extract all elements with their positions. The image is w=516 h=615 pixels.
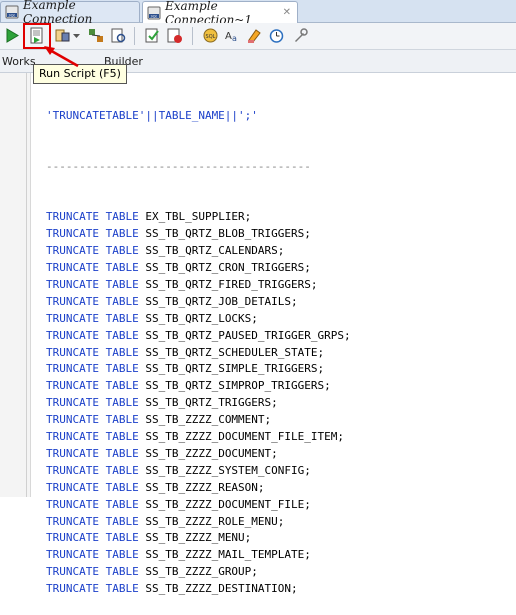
editor-line: TRUNCATE TABLE EX_TBL_SUPPLIER; bbox=[46, 209, 514, 226]
editor-line: TRUNCATE TABLE SS_TB_QRTZ_CALENDARS; bbox=[46, 243, 514, 260]
editor-line: TRUNCATE TABLE SS_TB_QRTZ_SIMPLE_TRIGGER… bbox=[46, 361, 514, 378]
table-name: SS_TB_ZZZZ_ROLE_MENU; bbox=[145, 514, 285, 528]
truncate-keyword: TRUNCATE TABLE bbox=[46, 582, 139, 596]
sql-icon[interactable]: SQL bbox=[202, 27, 219, 44]
table-name: SS_TB_QRTZ_JOB_DETAILS; bbox=[145, 294, 298, 308]
tools-icon[interactable] bbox=[292, 27, 309, 44]
table-name: SS_TB_ZZZZ_DESTINATION; bbox=[145, 582, 298, 596]
toolbar-separator bbox=[134, 27, 135, 45]
annotation-arrow-icon bbox=[44, 46, 79, 68]
editor-line: TRUNCATE TABLE SS_TB_ZZZZ_COMMENT; bbox=[46, 412, 514, 429]
table-name: SS_TB_QRTZ_BLOB_TRIGGERS; bbox=[145, 227, 311, 241]
truncate-keyword: TRUNCATE TABLE bbox=[46, 328, 139, 342]
truncate-keyword: TRUNCATE TABLE bbox=[46, 548, 139, 562]
truncate-keyword: TRUNCATE TABLE bbox=[46, 497, 139, 511]
editor-line: TRUNCATE TABLE SS_TB_ZZZZ_MAIL_TEMPLATE; bbox=[46, 547, 514, 564]
svg-text:a: a bbox=[232, 34, 237, 43]
table-name: SS_TB_QRTZ_PAUSED_TRIGGER_GRPS; bbox=[145, 328, 351, 342]
clear-icon[interactable] bbox=[246, 27, 263, 44]
truncate-keyword: TRUNCATE TABLE bbox=[46, 260, 139, 274]
truncate-keyword: TRUNCATE TABLE bbox=[46, 362, 139, 376]
table-name: SS_TB_QRTZ_LOCKS; bbox=[145, 311, 258, 325]
truncate-keyword: TRUNCATE TABLE bbox=[46, 396, 139, 410]
tab-example-connection-1[interactable]: SQL Example Connection~1 ✕ bbox=[142, 0, 298, 27]
table-name: SS_TB_QRTZ_CALENDARS; bbox=[145, 244, 285, 258]
separator-line: ---------------------------------------- bbox=[46, 159, 311, 173]
editor-line: TRUNCATE TABLE SS_TB_QRTZ_LOCKS; bbox=[46, 311, 514, 328]
truncate-keyword: TRUNCATE TABLE bbox=[46, 514, 139, 528]
table-name: SS_TB_ZZZZ_REASON; bbox=[145, 480, 265, 494]
editor-line: TRUNCATE TABLE SS_TB_ZZZZ_GROUP; bbox=[46, 564, 514, 581]
truncate-keyword: TRUNCATE TABLE bbox=[46, 446, 139, 460]
rollback-icon[interactable] bbox=[166, 27, 183, 44]
editor-line: TRUNCATE TABLE SS_TB_QRTZ_SCHEDULER_STAT… bbox=[46, 345, 514, 362]
editor-line: 'TRUNCATETABLE'||TABLE_NAME||';' bbox=[46, 108, 514, 125]
table-name: SS_TB_QRTZ_SIMPROP_TRIGGERS; bbox=[145, 379, 331, 393]
table-name: SS_TB_ZZZZ_COMMENT; bbox=[145, 413, 272, 427]
table-name: SS_TB_QRTZ_SIMPLE_TRIGGERS; bbox=[145, 362, 325, 376]
truncate-keyword: TRUNCATE TABLE bbox=[46, 277, 139, 291]
truncate-keyword: TRUNCATE TABLE bbox=[46, 413, 139, 427]
truncate-keyword: TRUNCATE TABLE bbox=[46, 244, 139, 258]
editor-line: TRUNCATE TABLE SS_TB_QRTZ_SIMPROP_TRIGGE… bbox=[46, 378, 514, 395]
editor-line: TRUNCATE TABLE SS_TB_QRTZ_TRIGGERS; bbox=[46, 395, 514, 412]
editor-line: TRUNCATE TABLE SS_TB_ZZZZ_DOCUMENT_FILE_… bbox=[46, 429, 514, 446]
table-name: SS_TB_ZZZZ_GROUP; bbox=[145, 565, 258, 579]
table-name: SS_TB_QRTZ_TRIGGERS; bbox=[145, 396, 278, 410]
editor-line: TRUNCATE TABLE SS_TB_QRTZ_JOB_DETAILS; bbox=[46, 294, 514, 311]
editor-line: TRUNCATE TABLE SS_TB_QRTZ_BLOB_TRIGGERS; bbox=[46, 226, 514, 243]
svg-text:SQL: SQL bbox=[206, 34, 216, 40]
truncate-keyword: TRUNCATE TABLE bbox=[46, 345, 139, 359]
table-name: SS_TB_ZZZZ_DOCUMENT; bbox=[145, 446, 278, 460]
header-expression: 'TRUNCATETABLE'||TABLE_NAME||';' bbox=[46, 108, 258, 122]
table-name: SS_TB_ZZZZ_DOCUMENT_FILE_ITEM; bbox=[145, 430, 345, 444]
translate-icon[interactable]: A a bbox=[224, 27, 241, 44]
toolbar-separator bbox=[192, 27, 193, 45]
sql-worksheet-icon: SQL bbox=[147, 6, 161, 19]
truncate-keyword: TRUNCATE TABLE bbox=[46, 463, 139, 477]
truncate-keyword: TRUNCATE TABLE bbox=[46, 480, 139, 494]
editor-margin-line bbox=[26, 73, 27, 497]
table-name: SS_TB_ZZZZ_SYSTEM_CONFIG; bbox=[145, 463, 311, 477]
truncate-keyword: TRUNCATE TABLE bbox=[46, 311, 139, 325]
editor-line: TRUNCATE TABLE SS_TB_QRTZ_FIRED_TRIGGERS… bbox=[46, 277, 514, 294]
truncate-keyword: TRUNCATE TABLE bbox=[46, 379, 139, 393]
editor-line: TRUNCATE TABLE SS_TB_QRTZ_PAUSED_TRIGGER… bbox=[46, 328, 514, 345]
table-name: SS_TB_ZZZZ_DOCUMENT_FILE; bbox=[145, 497, 311, 511]
editor-line: TRUNCATE TABLE SS_TB_ZZZZ_DOCUMENT_FILE; bbox=[46, 497, 514, 514]
truncate-keyword: TRUNCATE TABLE bbox=[46, 227, 139, 241]
truncate-keyword: TRUNCATE TABLE bbox=[46, 565, 139, 579]
table-name: EX_TBL_SUPPLIER; bbox=[145, 210, 252, 224]
truncate-keyword: TRUNCATE TABLE bbox=[46, 430, 139, 444]
editor-line: TRUNCATE TABLE SS_TB_ZZZZ_REASON; bbox=[46, 480, 514, 497]
close-icon[interactable]: ✕ bbox=[283, 7, 291, 18]
table-name: SS_TB_QRTZ_CRON_TRIGGERS; bbox=[145, 260, 311, 274]
svg-text:SQL: SQL bbox=[151, 14, 158, 18]
table-name: SS_TB_ZZZZ_MAIL_TEMPLATE; bbox=[145, 548, 311, 562]
table-name: SS_TB_ZZZZ_MENU; bbox=[145, 531, 252, 545]
editor-line: TRUNCATE TABLE SS_TB_ZZZZ_ROLE_MENU; bbox=[46, 514, 514, 531]
editor-line: TRUNCATE TABLE SS_TB_ZZZZ_DESTINATION; bbox=[46, 581, 514, 598]
editor-line: ---------------------------------------- bbox=[46, 159, 514, 176]
table-name: SS_TB_QRTZ_FIRED_TRIGGERS; bbox=[145, 277, 318, 291]
svg-text:A: A bbox=[225, 31, 232, 42]
editor-line: TRUNCATE TABLE SS_TB_ZZZZ_DOCUMENT; bbox=[46, 446, 514, 463]
table-name: SS_TB_QRTZ_SCHEDULER_STATE; bbox=[145, 345, 325, 359]
commit-icon[interactable] bbox=[144, 27, 161, 44]
editor-line: TRUNCATE TABLE SS_TB_ZZZZ_SYSTEM_CONFIG; bbox=[46, 463, 514, 480]
editor-line: TRUNCATE TABLE SS_TB_ZZZZ_MENU; bbox=[46, 530, 514, 547]
history-icon[interactable] bbox=[268, 27, 285, 44]
truncate-keyword: TRUNCATE TABLE bbox=[46, 531, 139, 545]
sql-editor[interactable]: 'TRUNCATETABLE'||TABLE_NAME||';' -------… bbox=[46, 74, 514, 615]
editor-line: TRUNCATE TABLE SS_TB_QRTZ_CRON_TRIGGERS; bbox=[46, 260, 514, 277]
truncate-keyword: TRUNCATE TABLE bbox=[46, 210, 139, 224]
truncate-keyword: TRUNCATE TABLE bbox=[46, 294, 139, 308]
